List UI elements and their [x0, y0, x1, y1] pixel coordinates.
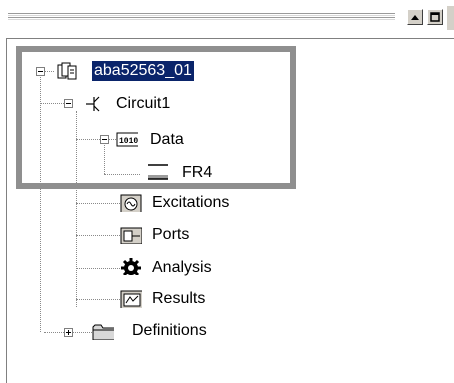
- window-edge: [447, 6, 454, 30]
- tree-item-results[interactable]: Results: [120, 289, 260, 311]
- maximize-button[interactable]: [427, 9, 443, 25]
- tree-item-label: Analysis: [152, 259, 212, 276]
- tree-item-label: Excitations: [152, 194, 230, 211]
- excitation-icon: [120, 194, 142, 212]
- grip-line: [8, 13, 395, 14]
- minimize-button[interactable]: [407, 9, 423, 25]
- tree-item-definitions[interactable]: Definitions: [92, 321, 252, 343]
- tree-line: [76, 235, 120, 237]
- results-icon: [120, 290, 142, 308]
- folder-icon: [92, 324, 114, 340]
- highlight-frame: [16, 46, 296, 189]
- grip-line: [8, 19, 395, 20]
- tree-item-analysis[interactable]: Analysis: [120, 257, 260, 279]
- tree-line: [76, 203, 120, 205]
- window-title-bar: [0, 0, 454, 32]
- tree-line: [76, 268, 120, 270]
- tree-item-label: Definitions: [132, 322, 207, 339]
- grip-line: [8, 17, 395, 18]
- tree-item-excitations[interactable]: Excitations: [120, 193, 280, 215]
- tree-line: [76, 299, 120, 301]
- tree-item-label: Results: [152, 290, 206, 307]
- grip-line: [8, 15, 395, 16]
- expand-toggle[interactable]: [64, 328, 73, 337]
- maximize-icon: [430, 12, 440, 22]
- tree-item-label: Ports: [152, 226, 190, 243]
- minimize-icon: [411, 15, 419, 20]
- tree-item-ports[interactable]: Ports: [120, 225, 240, 247]
- gear-icon: [121, 258, 141, 275]
- ports-icon: [120, 227, 142, 244]
